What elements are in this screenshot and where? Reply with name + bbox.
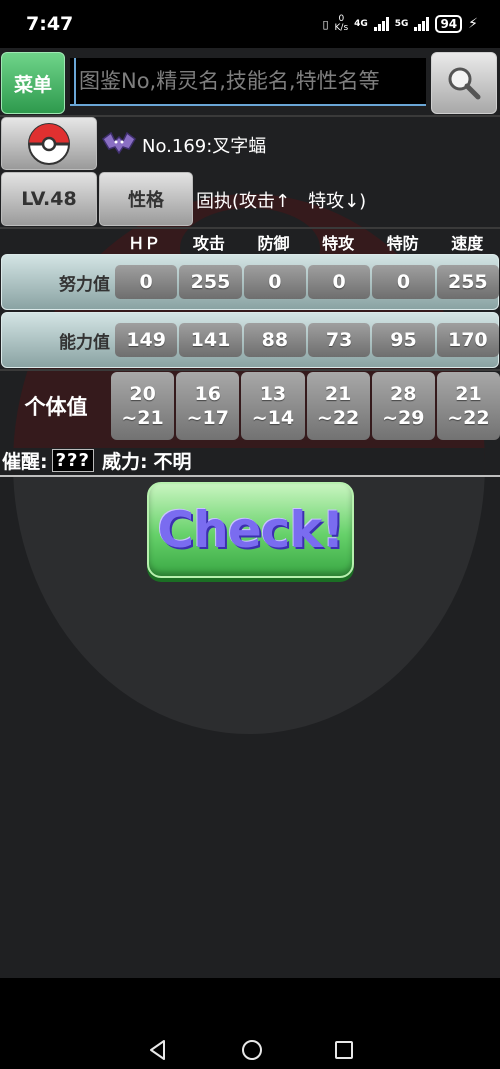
- iv-row: 20 ~21 16 ~17 13 ~14 21 ~22 28 ~29 21 ~22: [111, 372, 500, 440]
- signal-icon: [373, 17, 389, 31]
- hidden-power-power-value: 不明: [153, 450, 192, 473]
- divider: [0, 369, 500, 371]
- iv-cell-sp-defense: 28 ~29: [371, 372, 435, 440]
- stat-cell-speed[interactable]: 170: [436, 323, 499, 357]
- stat-header: 防御: [257, 234, 290, 253]
- stat-cell-sp-defense[interactable]: 95: [372, 323, 435, 357]
- actual-stats-row: 能力值 149 141 88 73 95 170: [1, 312, 499, 368]
- stat-cell-hp[interactable]: 149: [115, 323, 178, 357]
- hidden-power-type: ???: [51, 448, 94, 472]
- iv-cell-sp-attack: 21 ~22: [306, 372, 370, 440]
- back-icon[interactable]: [147, 1039, 169, 1061]
- stat-cell-sp-attack[interactable]: 73: [307, 323, 371, 357]
- stat-cell-defense[interactable]: 88: [243, 323, 306, 357]
- pokeball-icon: [28, 122, 70, 165]
- charging-icon: ⚡: [468, 16, 478, 32]
- vibrate-icon: ▯: [322, 17, 329, 31]
- iv-cell-speed: 21 ~22: [436, 372, 500, 440]
- stat-header: 速度: [451, 234, 484, 253]
- signal-icon: [414, 17, 430, 31]
- ev-cell-sp-attack[interactable]: 0: [307, 265, 371, 299]
- pokemon-name: No.169:叉字蝠: [142, 136, 267, 157]
- iv-cell-hp: 20 ~21: [111, 372, 175, 440]
- net-speed: 0 K/s: [334, 14, 349, 33]
- ev-row-label: 努力值: [59, 274, 110, 295]
- search-input[interactable]: [74, 58, 426, 104]
- ev-cell-attack[interactable]: 255: [179, 265, 242, 299]
- search-button[interactable]: [431, 52, 497, 114]
- network-4g-label: 4G: [354, 19, 368, 29]
- divider: [0, 227, 500, 229]
- pokeball-button[interactable]: [1, 117, 97, 170]
- level-button[interactable]: LV.48: [1, 172, 97, 226]
- search-box[interactable]: [70, 58, 426, 106]
- status-bar: 7:47 ▯ 0 K/s 4G 5G 94 ⚡: [0, 0, 500, 48]
- stat-header: 攻击: [192, 234, 225, 253]
- navigation-bar: [0, 1030, 500, 1069]
- search-icon: [448, 67, 481, 100]
- iv-cell-defense: 13 ~14: [241, 372, 305, 440]
- iv-cell-attack: 16 ~17: [176, 372, 240, 440]
- ev-cell-speed[interactable]: 255: [436, 265, 499, 299]
- ev-row: 努力值 0 255 0 0 0 255: [1, 254, 499, 310]
- stat-header: 特攻: [322, 234, 355, 253]
- actual-stats-label: 能力值: [59, 332, 110, 353]
- hidden-power-row: 催醒: ??? 威力: 不明: [2, 446, 192, 474]
- status-icons: ▯ 0 K/s 4G 5G 94 ⚡: [322, 15, 478, 33]
- stat-header: 特防: [386, 234, 419, 253]
- nature-text: 固执(攻击↑ 特攻↓): [196, 191, 367, 212]
- stat-cell-attack[interactable]: 141: [179, 323, 242, 357]
- ev-cell-sp-defense[interactable]: 0: [372, 265, 435, 299]
- network-5g-label: 5G: [394, 19, 409, 29]
- check-button[interactable]: Check!: [147, 482, 354, 578]
- divider: [0, 475, 500, 477]
- recents-icon[interactable]: [335, 1040, 354, 1059]
- hidden-power-label: 催醒:: [2, 450, 48, 473]
- ev-cell-defense[interactable]: 0: [243, 265, 306, 299]
- status-time: 7:47: [26, 13, 74, 35]
- stat-headers: ＨＰ 攻击 防御 特攻 特防 速度: [112, 230, 500, 254]
- nature-button[interactable]: 性格: [99, 172, 193, 226]
- stat-header: ＨＰ: [128, 234, 161, 253]
- home-icon[interactable]: [241, 1039, 262, 1060]
- battery-icon: 94: [435, 15, 463, 33]
- ev-cell-hp[interactable]: 0: [115, 265, 178, 299]
- pokemon-sprite-icon: [102, 131, 136, 155]
- menu-button[interactable]: 菜单: [1, 52, 65, 114]
- hidden-power-power-label: 威力:: [101, 450, 148, 473]
- iv-label: 个体值: [24, 395, 88, 419]
